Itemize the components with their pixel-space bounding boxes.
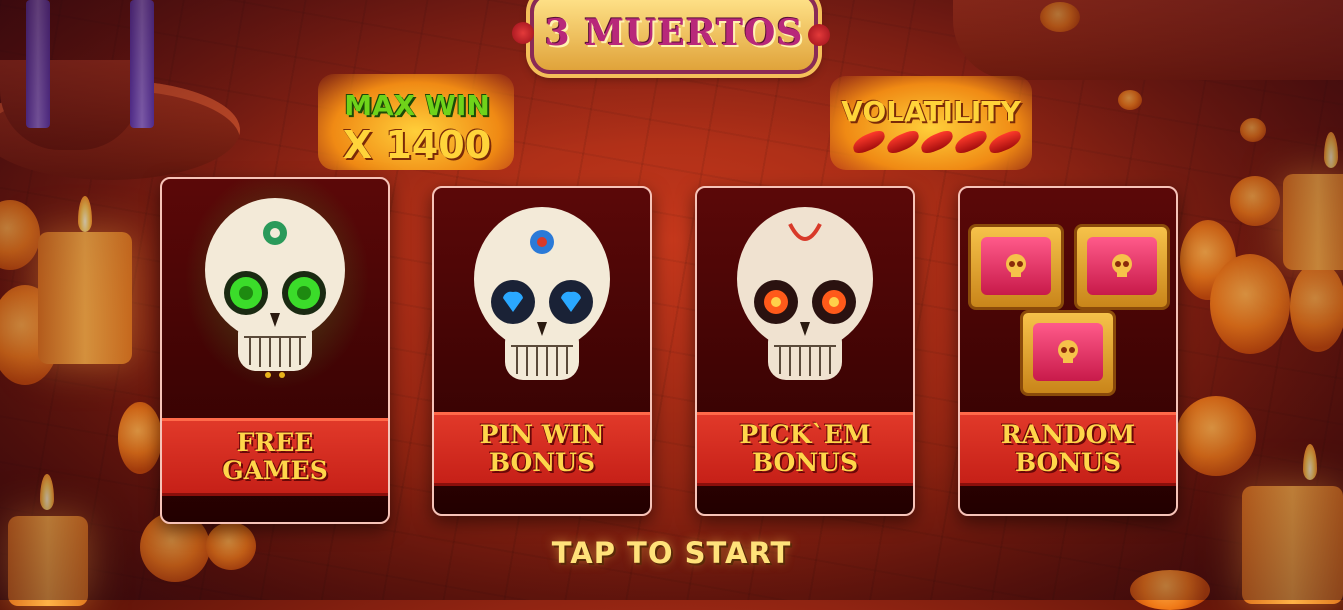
feature-label: FREE GAMES — [222, 428, 328, 485]
feature-banner: FREE GAMES — [162, 418, 388, 496]
green-sugar-skull-icon — [205, 198, 345, 378]
feature-label: RANDOM BONUS — [1000, 420, 1136, 477]
feature-card-random-bonus[interactable]: RANDOM BONUS — [958, 186, 1178, 516]
game-logo: 3 MUERTOS — [530, 0, 818, 74]
chili-pepper-icon — [850, 128, 888, 156]
feature-banner: RANDOM BONUS — [960, 412, 1176, 486]
skull-icon — [1112, 254, 1132, 277]
feature-banner: PIN WIN BONUS — [434, 412, 650, 486]
chest-skull-emblem — [1033, 323, 1103, 381]
volatility-badge: VOLATILITY — [830, 76, 1032, 170]
volatility-label: VOLATILITY — [841, 95, 1021, 128]
chest-skull-emblem — [1087, 237, 1157, 295]
feature-card-pickem-bonus[interactable]: PICK`EM BONUS — [695, 186, 915, 516]
tap-to-start-button[interactable]: TAP TO START — [0, 536, 1343, 570]
game-logo-text: 3 MUERTOS — [544, 12, 804, 54]
max-win-badge: MAX WIN X 1400 — [318, 74, 514, 170]
chest-skull-emblem — [981, 237, 1051, 295]
chili-pepper-icon — [918, 128, 956, 156]
treasure-chest-icon — [968, 224, 1064, 310]
max-win-multiplier: X 1400 — [342, 123, 492, 167]
skull-icon — [1058, 340, 1078, 363]
chili-pepper-icon — [952, 128, 990, 156]
max-win-label: MAX WIN — [344, 89, 490, 122]
feature-banner: PICK`EM BONUS — [697, 412, 913, 486]
chili-pepper-icon — [884, 128, 922, 156]
rose-icon — [808, 24, 830, 46]
chili-pepper-icon — [986, 128, 1024, 156]
feature-label: PICK`EM BONUS — [739, 420, 871, 477]
feature-card-pin-win-bonus[interactable]: PIN WIN BONUS — [432, 186, 652, 516]
treasure-chest-icon — [1074, 224, 1170, 310]
rose-icon — [512, 22, 534, 44]
feature-label: PIN WIN BONUS — [479, 420, 605, 477]
skull-icon — [1006, 254, 1026, 277]
blue-sugar-skull-icon — [474, 207, 610, 380]
feature-card-free-games[interactable]: FREE GAMES — [160, 177, 390, 524]
red-sugar-skull-icon — [737, 207, 873, 380]
treasure-chest-icon — [1020, 310, 1116, 396]
